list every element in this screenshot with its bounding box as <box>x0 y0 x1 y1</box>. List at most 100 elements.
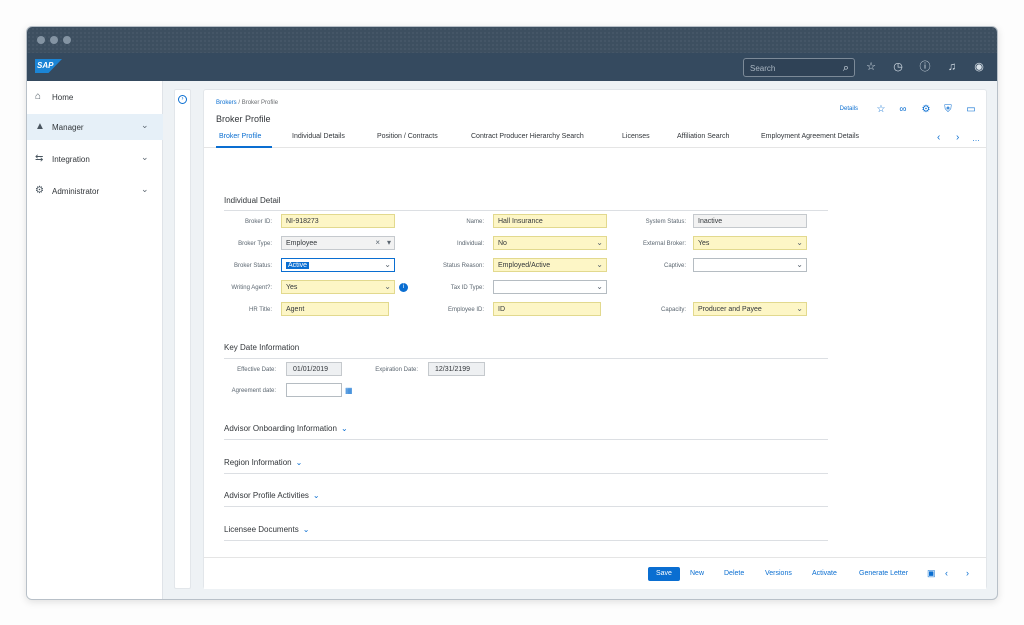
chevron-down-icon[interactable]: ⌄ <box>796 238 803 247</box>
chevron-down-icon[interactable]: ⌄ <box>596 238 603 247</box>
expand-icon[interactable]: ⌄ <box>313 491 320 500</box>
section-title-key-dates: Key Date Information <box>224 343 300 352</box>
details-link[interactable]: Details <box>840 106 858 112</box>
breadcrumb-brokers-link[interactable]: Brokers <box>216 100 237 106</box>
chevron-down-icon[interactable]: ⌄ <box>141 152 149 163</box>
system-status-value: Inactive <box>698 218 723 225</box>
save-button[interactable]: Save <box>648 567 680 581</box>
name-value: Hall Insurance <box>498 218 543 225</box>
writing-agent-select[interactable]: Yes ⌄ <box>281 280 395 294</box>
section-region-information[interactable]: Region Information ⌄ <box>224 458 302 467</box>
individual-select[interactable]: No ⌄ <box>493 236 607 250</box>
sidebar-item-manager[interactable]: ▲ Manager ⌄ <box>27 114 163 140</box>
versions-button[interactable]: Versions <box>765 570 792 577</box>
expand-rail-icon[interactable]: › <box>178 95 187 104</box>
tab-prev-icon[interactable]: ‹ <box>937 132 940 143</box>
captive-select[interactable]: ⌄ <box>693 258 807 272</box>
help-icon[interactable]: ⓘ <box>917 59 933 75</box>
star-icon[interactable]: ☆ <box>863 59 879 75</box>
broker-status-select[interactable]: Active ⌄ <box>281 258 395 272</box>
external-broker-select[interactable]: Yes ⌄ <box>693 236 807 250</box>
window-close-dot[interactable] <box>37 36 45 44</box>
breadcrumb-current: Broker Profile <box>241 100 279 106</box>
expiration-date-field: 12/31/2199 <box>428 362 485 376</box>
side-rail: › <box>174 89 191 589</box>
chevron-down-icon[interactable]: ⌄ <box>596 282 603 291</box>
next-icon[interactable]: › <box>966 568 969 578</box>
section-divider <box>224 358 828 359</box>
calendar-icon[interactable]: ▦ <box>345 386 354 395</box>
chevron-down-icon[interactable]: ⌄ <box>796 304 803 313</box>
sidebar-item-label: Administrator <box>52 187 100 196</box>
capacity-select[interactable]: Producer and Payee ⌄ <box>693 302 807 316</box>
expand-icon[interactable]: ⌄ <box>303 525 310 534</box>
broker-id-field[interactable]: NI-918273 <box>281 214 395 228</box>
sap-logo[interactable]: SAP <box>35 59 62 73</box>
window-minimize-dot[interactable] <box>50 36 58 44</box>
activate-button[interactable]: Activate <box>812 570 837 577</box>
section-label: Licensee Documents <box>224 525 299 534</box>
agreement-date-input[interactable] <box>286 383 342 397</box>
chevron-down-icon[interactable]: ⌄ <box>141 120 149 131</box>
sidebar-item-integration[interactable]: ⇆ Integration ⌄ <box>27 146 163 172</box>
broker-id-label: Broker ID: <box>244 219 272 225</box>
tax-id-type-select[interactable]: ⌄ <box>493 280 607 294</box>
favorite-icon[interactable]: ☆ <box>874 103 888 117</box>
bell-icon[interactable]: ♫ <box>944 59 960 75</box>
home-icon: ⌂ <box>35 91 42 102</box>
capacity-label: Capacity: <box>660 307 686 313</box>
section-licensee-documents[interactable]: Licensee Documents ⌄ <box>224 525 309 534</box>
settings-icon[interactable]: ⚙ <box>919 103 933 117</box>
user-icon[interactable]: ◉ <box>971 59 987 75</box>
shield-icon[interactable]: ⛨ <box>941 103 955 117</box>
sidebar-item-administrator[interactable]: ⚙ Administrator ⌄ <box>27 178 163 204</box>
chevron-down-icon[interactable]: ⌄ <box>384 282 391 291</box>
hr-title-field[interactable]: Agent <box>281 302 389 316</box>
section-advisor-onboarding[interactable]: Advisor Onboarding Information ⌄ <box>224 424 348 433</box>
search-icon[interactable]: ⌕ <box>838 60 854 76</box>
expand-icon[interactable]: ⌄ <box>296 458 303 467</box>
tab-broker-profile[interactable]: Broker Profile <box>219 133 261 140</box>
tab-licenses[interactable]: Licenses <box>622 133 650 140</box>
page-title: Broker Profile <box>216 114 271 124</box>
search-input[interactable] <box>750 62 830 74</box>
section-divider <box>224 473 828 474</box>
tab-employment-agreement-details[interactable]: Employment Agreement Details <box>761 133 859 140</box>
broker-type-select[interactable]: Employee × ▾ <box>281 236 395 250</box>
delete-button[interactable]: Delete <box>724 570 744 577</box>
status-reason-select[interactable]: Employed/Active ⌄ <box>493 258 607 272</box>
link-icon[interactable]: ∞ <box>896 103 910 117</box>
generate-letter-button[interactable]: Generate Letter <box>859 570 908 577</box>
info-icon[interactable]: i <box>399 283 408 292</box>
tab-position-contracts[interactable]: Position / Contracts <box>377 133 438 140</box>
breadcrumb: Brokers / Broker Profile <box>216 100 278 106</box>
history-icon[interactable]: ◷ <box>890 59 906 75</box>
tab-affiliation-search[interactable]: Affiliation Search <box>677 133 729 140</box>
employee-id-field[interactable]: ID <box>493 302 601 316</box>
tab-next-icon[interactable]: › <box>956 132 959 143</box>
feedback-icon[interactable]: ▭ <box>964 103 978 117</box>
section-advisor-profile-activities[interactable]: Advisor Profile Activities ⌄ <box>224 491 320 500</box>
chevron-down-icon[interactable]: ⌄ <box>141 184 149 195</box>
tab-contract-producer-hierarchy-search[interactable]: Contract Producer Hierarchy Search <box>471 133 584 140</box>
individual-value: No <box>498 240 507 247</box>
name-field[interactable]: Hall Insurance <box>493 214 607 228</box>
expand-icon[interactable]: ⌄ <box>341 424 348 433</box>
shell-search[interactable]: ⌕ <box>743 58 855 77</box>
sidebar-item-home[interactable]: ⌂ Home <box>27 84 163 110</box>
chevron-down-icon[interactable]: ▾ <box>387 238 391 247</box>
chevron-down-icon[interactable]: ⌄ <box>596 260 603 269</box>
agreement-date-label: Agreement date: <box>231 388 276 394</box>
new-button[interactable]: New <box>690 570 704 577</box>
tab-overflow-icon[interactable]: … <box>972 134 980 143</box>
chevron-down-icon[interactable]: ⌄ <box>384 260 391 269</box>
status-reason-value: Employed/Active <box>498 262 551 269</box>
print-icon[interactable]: ▣ <box>927 568 936 579</box>
tab-individual-details[interactable]: Individual Details <box>292 133 345 140</box>
window-maximize-dot[interactable] <box>63 36 71 44</box>
main-panel: Brokers / Broker Profile Broker Profile … <box>203 89 987 589</box>
previous-icon[interactable]: ‹ <box>945 568 948 578</box>
clear-icon[interactable]: × <box>375 238 380 247</box>
system-status-label: System Status: <box>645 219 686 225</box>
chevron-down-icon[interactable]: ⌄ <box>796 260 803 269</box>
